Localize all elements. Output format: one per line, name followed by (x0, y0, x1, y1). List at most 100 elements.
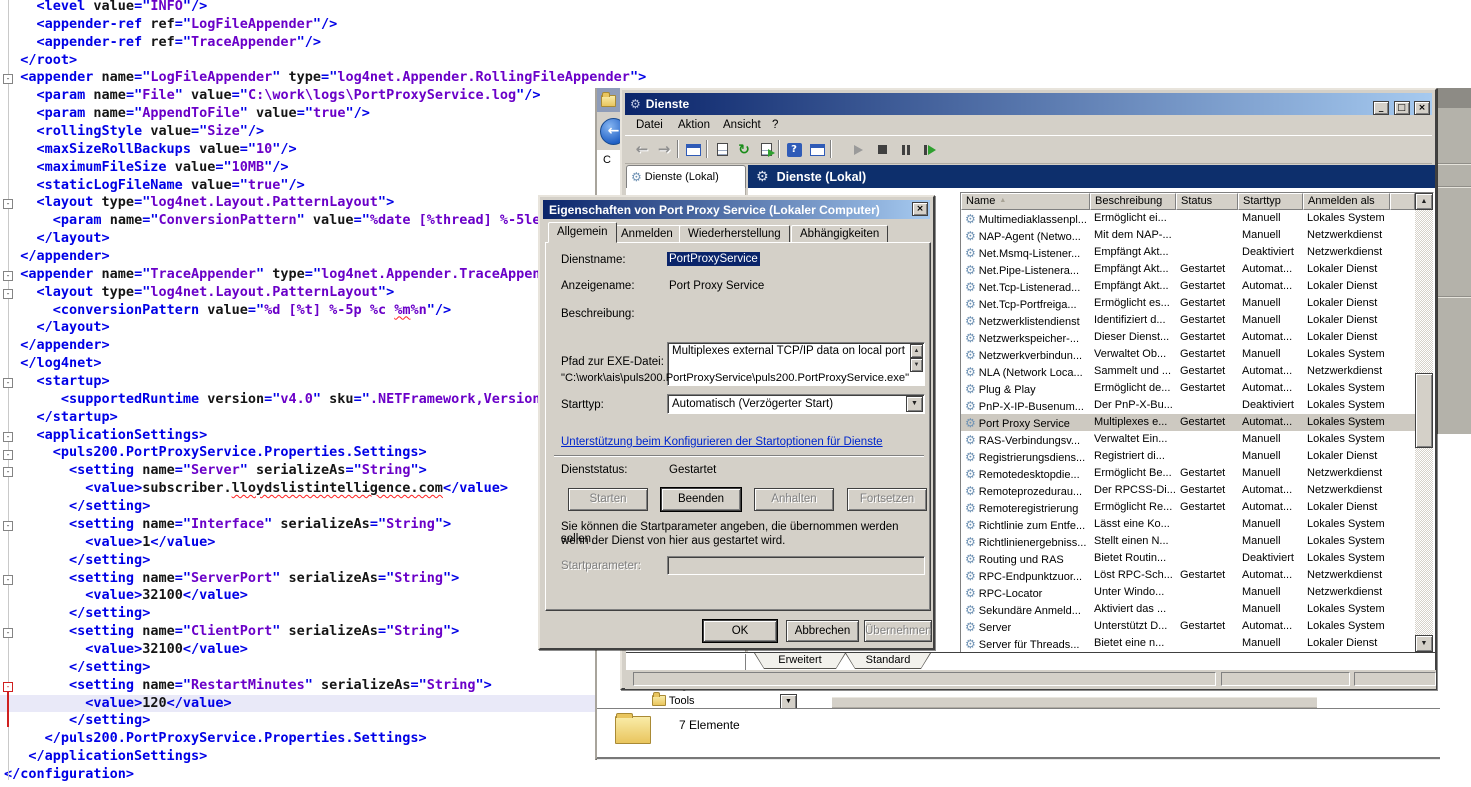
code-line[interactable]: <maxSizeRollBackups value="10"/> (0, 141, 596, 159)
table-row[interactable]: ⚙Server für Threads...Bietet eine n...Ma… (961, 635, 1415, 652)
table-row[interactable]: ⚙RPC-Endpunktzuor...Löst RPC-Sch...Gesta… (961, 567, 1415, 584)
code-line[interactable]: <param name="ConversionPattern" value="%… (0, 212, 596, 230)
code-line[interactable]: </configuration> (0, 766, 596, 784)
fortsetzen-button[interactable]: Fortsetzen (847, 488, 927, 511)
restart-service-icon[interactable] (919, 139, 941, 160)
column-header-name[interactable]: Name▲ (961, 193, 1090, 210)
scroll-down-icon[interactable]: ▼ (910, 358, 923, 372)
code-line[interactable]: <setting name="Server" serializeAs="Stri… (0, 462, 596, 480)
properties-icon[interactable] (711, 139, 733, 160)
menu-ansicht[interactable]: Ansicht (723, 119, 761, 131)
console-tree-item-dienste[interactable]: ⚙ Dienste (Lokal) (626, 165, 746, 188)
table-row[interactable]: ⚙NLA (Network Loca...Sammelt und ...Gest… (961, 363, 1415, 380)
code-line[interactable]: </startup> (0, 409, 596, 427)
code-line[interactable]: <staticLogFileName value="true"/> (0, 177, 596, 195)
table-row[interactable]: ⚙RemoteregistrierungErmöglicht Re...Gest… (961, 499, 1415, 516)
code-line[interactable]: </layout> (0, 319, 596, 337)
column-header-status[interactable]: Status (1176, 193, 1238, 210)
fold-toggle-icon[interactable]: - (3, 199, 13, 209)
table-row[interactable]: ⚙Net.Tcp-Listenerad...Empfängt Akt...Ges… (961, 278, 1415, 295)
help-icon[interactable]: ? (783, 139, 805, 160)
services-titlebar[interactable]: ⚙ Dienste (625, 93, 1432, 115)
code-line[interactable]: </root> (0, 52, 596, 70)
table-row[interactable]: ⚙NetzwerklistendienstIdentifiziert d...G… (961, 312, 1415, 329)
standard-view-icon[interactable] (806, 139, 828, 160)
code-line[interactable]: <appender-ref ref="TraceAppender"/> (0, 34, 596, 52)
table-row[interactable]: ⚙Net.Pipe-Listenera...Empfängt Akt...Ges… (961, 261, 1415, 278)
ok-button[interactable]: OK (703, 620, 777, 642)
code-line[interactable]: <level value="INFO"/> (0, 0, 596, 16)
code-line[interactable]: <setting name="ClientPort" serializeAs="… (0, 623, 596, 641)
fold-toggle-icon[interactable]: - (3, 378, 13, 388)
tab-anmelden[interactable]: Anmelden (612, 225, 682, 243)
table-row[interactable]: ⚙Richtlinienergebniss...Stellt einen N..… (961, 533, 1415, 550)
menu-datei[interactable]: Datei (636, 119, 663, 131)
table-row[interactable]: ⚙Richtlinie zum Entfe...Lässt eine Ko...… (961, 516, 1415, 533)
starten-button[interactable]: Starten (568, 488, 648, 511)
maximize-button[interactable]: □ (1394, 101, 1410, 115)
code-line[interactable]: </appender> (0, 337, 596, 355)
code-line[interactable]: </setting> (0, 712, 596, 730)
tab-allgemein[interactable]: Allgemein (548, 222, 617, 243)
table-row[interactable]: ⚙Routing und RASBietet Routin...Deaktivi… (961, 550, 1415, 567)
back-icon[interactable]: ← (631, 139, 653, 160)
code-line[interactable]: <value>32100</value> (0, 587, 596, 605)
table-row[interactable]: ⚙Remotedesktopdie...Ermöglicht Be...Gest… (961, 465, 1415, 482)
code-line[interactable]: <supportedRuntime version="v4.0" sku=".N… (0, 391, 596, 409)
abbrechen-button[interactable]: Abbrechen (786, 620, 859, 642)
table-row[interactable]: ⚙ServerUnterstützt D...GestartetAutomat.… (961, 618, 1415, 635)
code-line[interactable]: </setting> (0, 659, 596, 677)
table-row[interactable]: ⚙Registrierungsdiens...Registriert di...… (961, 448, 1415, 465)
scrollbar-thumb[interactable] (1415, 373, 1433, 448)
table-row[interactable]: ⚙PnP-X-IP-Busenum...Der PnP-X-Bu...Deakt… (961, 397, 1415, 414)
fold-toggle-icon[interactable]: - (3, 289, 13, 299)
scroll-down-button[interactable]: ▼ (1415, 635, 1433, 652)
table-row[interactable]: ⚙Plug & PlayErmöglicht de...GestartetAut… (961, 380, 1415, 397)
dialog-close-icon[interactable]: × (912, 202, 928, 216)
column-header-starttyp[interactable]: Starttyp (1238, 193, 1303, 210)
minimize-button[interactable]: _ (1373, 101, 1389, 115)
code-line[interactable]: <appender name="LogFileAppender" type="l… (0, 69, 596, 87)
table-row[interactable]: ⚙RAS-Verbindungsv...Verwaltet Ein...Manu… (961, 431, 1415, 448)
code-line[interactable]: <value>120</value> (0, 695, 596, 713)
code-line[interactable]: </log4net> (0, 355, 596, 373)
code-line[interactable]: <param name="File" value="C:\work\logs\P… (0, 87, 596, 105)
code-line[interactable]: <setting name="Interface" serializeAs="S… (0, 516, 596, 534)
table-row[interactable]: ⚙NAP-Agent (Netwo...Mit dem NAP-...Manue… (961, 227, 1415, 244)
close-button[interactable]: × (1414, 101, 1430, 115)
fold-toggle-icon[interactable]: - (3, 74, 13, 84)
code-line[interactable]: <setting name="RestartMinutes" serialize… (0, 677, 596, 695)
startoptions-help-link[interactable]: Unterstützung beim Konfigurieren der Sta… (561, 436, 883, 448)
table-row[interactable]: ⚙Port Proxy ServiceMultiplexes e...Gesta… (961, 414, 1415, 431)
tab-erweitert[interactable]: Erweitert (754, 653, 846, 669)
beenden-button[interactable]: Beenden (661, 488, 741, 511)
table-row[interactable]: ⚙Net.Tcp-Portfreiga...Ermöglicht es...Ge… (961, 295, 1415, 312)
fold-toggle-icon[interactable]: - (3, 628, 13, 638)
table-row[interactable]: ⚙Netzwerkspeicher-...Dieser Dienst...Ges… (961, 329, 1415, 346)
code-line[interactable]: <applicationSettings> (0, 427, 596, 445)
uebernehmen-button[interactable]: Übernehmen (864, 620, 932, 642)
start-service-icon[interactable] (847, 139, 869, 160)
code-line[interactable]: <appender-ref ref="LogFileAppender"/> (0, 16, 596, 34)
stop-service-icon[interactable] (871, 139, 893, 160)
forward-icon[interactable]: → (653, 139, 675, 160)
code-line[interactable]: <value>1</value> (0, 534, 596, 552)
scroll-up-button[interactable]: ▲ (1415, 193, 1433, 210)
tab-standard[interactable]: Standard (845, 653, 931, 669)
table-row[interactable]: ⚙Multimediaklassenpl...Ermöglicht ei...M… (961, 210, 1415, 227)
fold-toggle-icon[interactable]: - (3, 432, 13, 442)
fold-toggle-icon[interactable]: - (3, 575, 13, 585)
export-list-icon[interactable] (755, 139, 777, 160)
code-line[interactable]: <param name="AppendToFile" value="true"/… (0, 105, 596, 123)
code-line[interactable]: </applicationSettings> (0, 748, 596, 766)
code-line[interactable]: <layout type="log4net.Layout.PatternLayo… (0, 194, 596, 212)
code-line[interactable]: <maximumFileSize value="10MB"/> (0, 159, 596, 177)
menu-aktion[interactable]: Aktion (678, 119, 710, 131)
pause-service-icon[interactable] (895, 139, 917, 160)
code-line[interactable]: </setting> (0, 605, 596, 623)
code-line[interactable]: <layout type="log4net.Layout.PatternLayo… (0, 284, 596, 302)
dialog-titlebar[interactable]: Eigenschaften von Port Proxy Service (Lo… (543, 200, 930, 219)
starttyp-combobox[interactable]: Automatisch (Verzögerter Start) ▼ (667, 394, 925, 414)
code-line[interactable]: </appender> (0, 248, 596, 266)
anhalten-button[interactable]: Anhalten (754, 488, 834, 511)
